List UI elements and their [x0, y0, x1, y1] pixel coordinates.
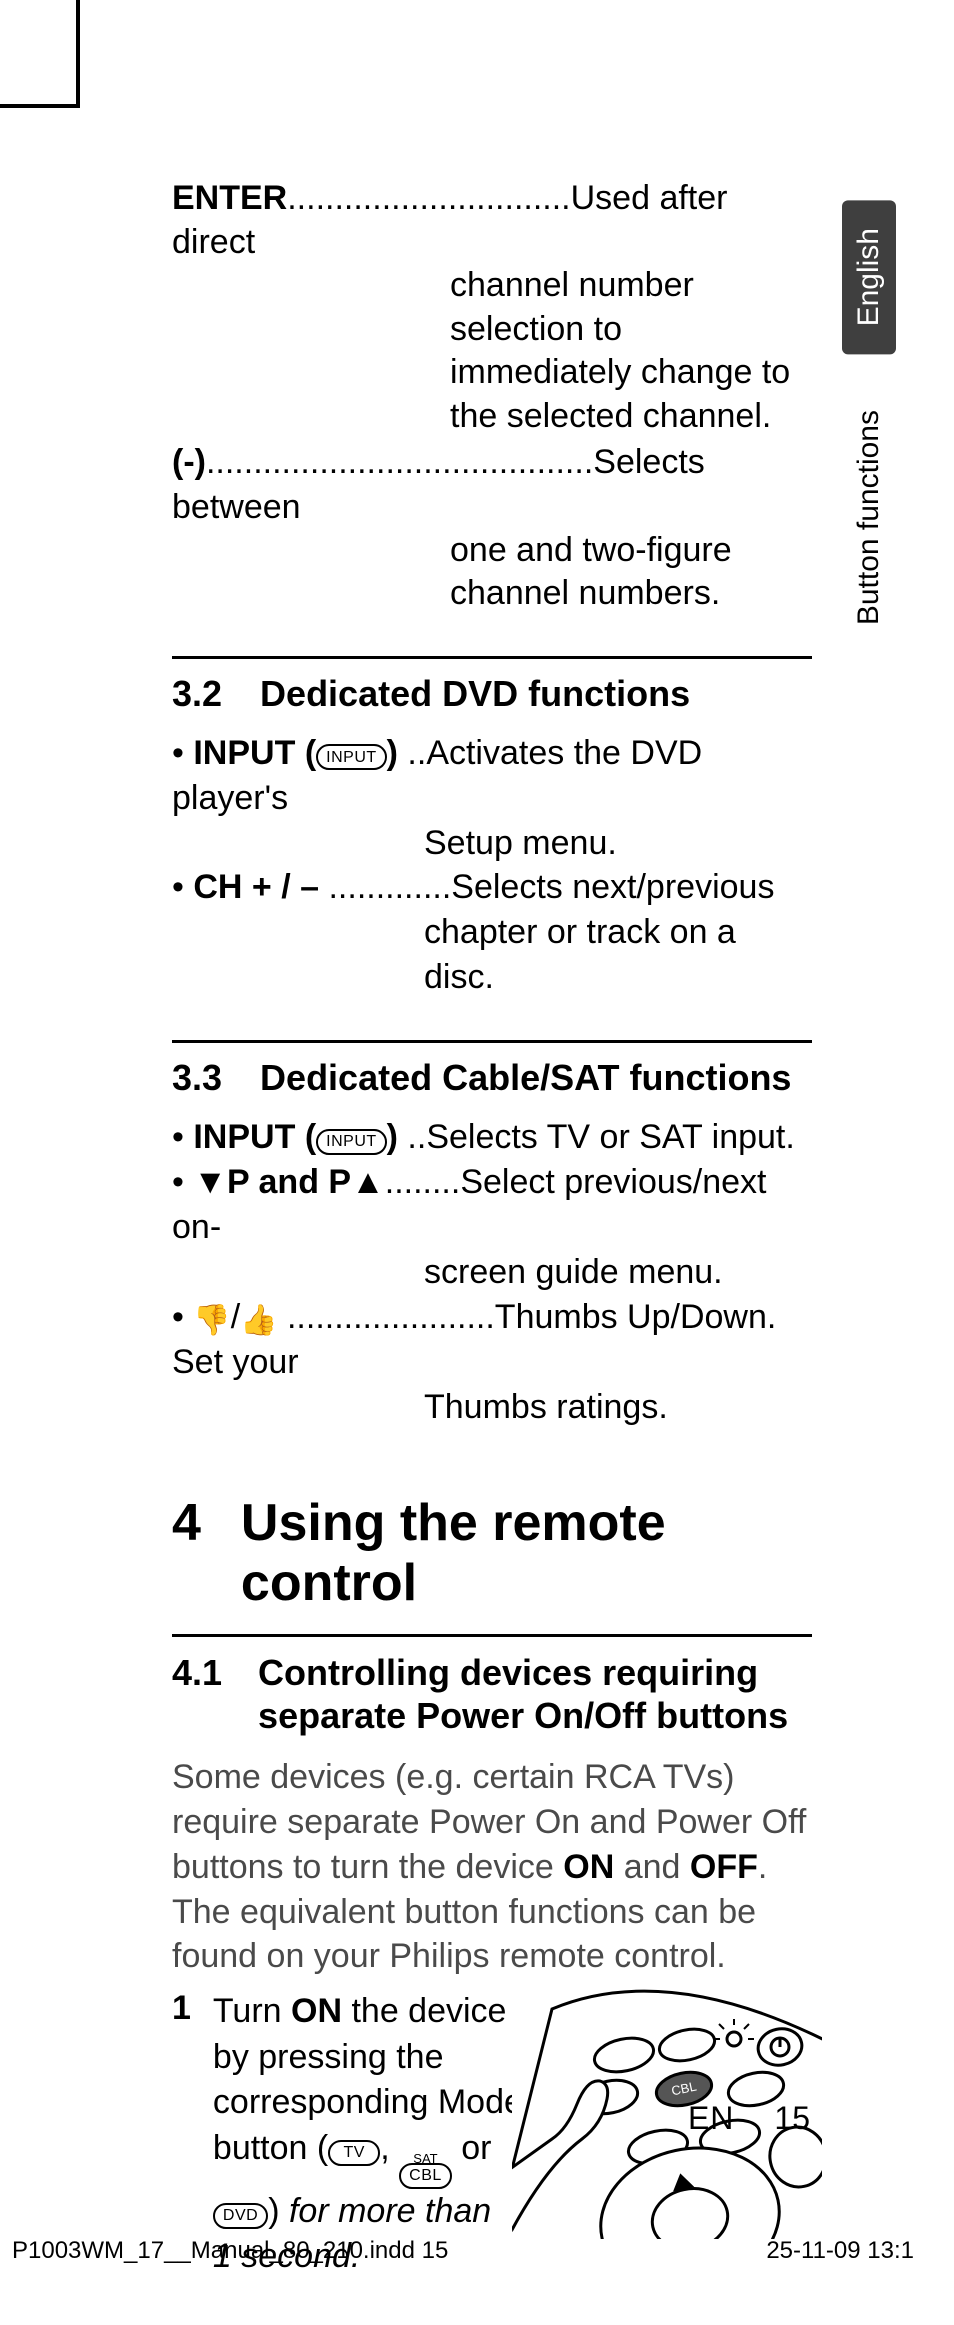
leader-dots: ..	[398, 734, 426, 772]
crop-mark-h	[0, 104, 80, 108]
row-thumbs: • 👎/👍 ......................Thumbs Up/Do…	[172, 1295, 812, 1430]
leader-dots: ........................................…	[206, 443, 593, 481]
text: )	[268, 2192, 289, 2230]
label-p: ▼P and P▲	[193, 1163, 384, 1201]
label-ch: CH + / –	[193, 868, 319, 906]
leader-dots: ..	[398, 1118, 426, 1156]
keycap-input-icon: INPUT	[316, 1129, 387, 1155]
page-lang: EN	[688, 2100, 734, 2137]
manual-page: English Button functions ENTER..........…	[0, 0, 954, 2325]
keycap-cbl-sat-icon: SATCBL	[399, 2152, 452, 2189]
para-4-1-a: Some devices (e.g. certain RCA TVs) requ…	[172, 1755, 812, 1890]
val-ch-2: chapter or track on a disc.	[172, 910, 812, 1000]
content-column: ENTER..............................Used …	[172, 176, 812, 2280]
leader-dots: ......................	[278, 1298, 495, 1336]
leader-dots: .............	[319, 868, 451, 906]
val-p-2: screen guide menu.	[172, 1250, 812, 1295]
def-enter-key: ENTER	[172, 179, 287, 217]
heading-title: Dedicated DVD functions	[260, 673, 690, 715]
row-ch: • CH + / – .............Selects next/pre…	[172, 865, 812, 1000]
divider	[172, 656, 812, 659]
footer-file: P1003WM_17__Manual_80_210.indd 15	[12, 2237, 448, 2265]
tab-english: English	[842, 200, 896, 354]
val-input-sat: Selects TV or SAT input.	[426, 1118, 795, 1156]
divider	[172, 1040, 812, 1043]
val-thumb-2: Thumbs ratings.	[172, 1385, 812, 1430]
keycap-input-icon: INPUT	[316, 744, 387, 770]
heading-3-3: 3.3 Dedicated Cable/SAT functions	[172, 1057, 812, 1099]
text: Turn	[213, 1992, 291, 2030]
row-p: • ▼P and P▲........Select previous/next …	[172, 1160, 812, 1295]
footer-date: 25-11-09 13:1	[766, 2237, 914, 2265]
def-enter: ENTER..............................Used …	[172, 176, 812, 438]
heading-4-1: 4.1 Controlling devices requiring separa…	[172, 1651, 812, 1737]
row-input-dvd: • INPUT (INPUT) ..Activates the DVD play…	[172, 731, 812, 866]
side-tabs: English Button functions	[842, 200, 896, 654]
heading-title: Controlling devices requiring separate P…	[258, 1651, 812, 1737]
def-dash: (-).....................................…	[172, 440, 812, 615]
chapter-num: 4	[172, 1494, 201, 1614]
def-dash-val-rest: one and two-figure channel numbers.	[172, 529, 812, 616]
text: .	[758, 1848, 767, 1886]
leader-dots: ..............................	[287, 179, 570, 217]
tab-button-functions: Button functions	[842, 382, 896, 653]
heading-num: 3.3	[172, 1057, 222, 1099]
heading-chapter-4: 4 Using the remote control	[172, 1494, 812, 1614]
heading-3-2: 3.2 Dedicated DVD functions	[172, 673, 812, 715]
page-number: EN 15	[688, 2100, 810, 2137]
text: or	[452, 2129, 492, 2167]
heading-num: 4.1	[172, 1651, 222, 1737]
val-ch-1: Selects next/previous	[451, 868, 774, 906]
text-off: OFF	[690, 1848, 758, 1886]
thumbs-down-icon: 👎	[193, 1301, 230, 1341]
keycap-dvd-icon: DVD	[213, 2203, 268, 2229]
heading-title: Dedicated Cable/SAT functions	[260, 1057, 791, 1099]
chapter-title: Using the remote control	[241, 1494, 812, 1614]
divider	[172, 1634, 812, 1637]
row-input-sat: • INPUT (INPUT) ..Selects TV or SAT inpu…	[172, 1115, 812, 1160]
text-on: ON	[563, 1848, 614, 1886]
page-num: 15	[774, 2100, 810, 2137]
val-input-dvd-2: Setup menu.	[172, 821, 812, 866]
def-enter-val-rest: channel number selection to immediately …	[172, 264, 812, 438]
def-dash-key: (-)	[172, 443, 206, 481]
crop-mark-v	[76, 0, 80, 108]
label-input: INPUT	[193, 1118, 295, 1156]
keycap-tv-icon: TV	[328, 2140, 380, 2166]
label-input: INPUT	[193, 734, 295, 772]
para-4-1-b: The equivalent button functions can be f…	[172, 1890, 812, 1980]
thumbs-up-icon: 👍	[240, 1301, 277, 1341]
heading-num: 3.2	[172, 673, 222, 715]
text: and	[614, 1848, 690, 1886]
text-on: ON	[291, 1992, 342, 2030]
keycap-cbl-icon: CBL	[399, 2163, 452, 2189]
leader-dots: ........	[385, 1163, 461, 1201]
print-footer: P1003WM_17__Manual_80_210.indd 15 25-11-…	[0, 2237, 954, 2265]
